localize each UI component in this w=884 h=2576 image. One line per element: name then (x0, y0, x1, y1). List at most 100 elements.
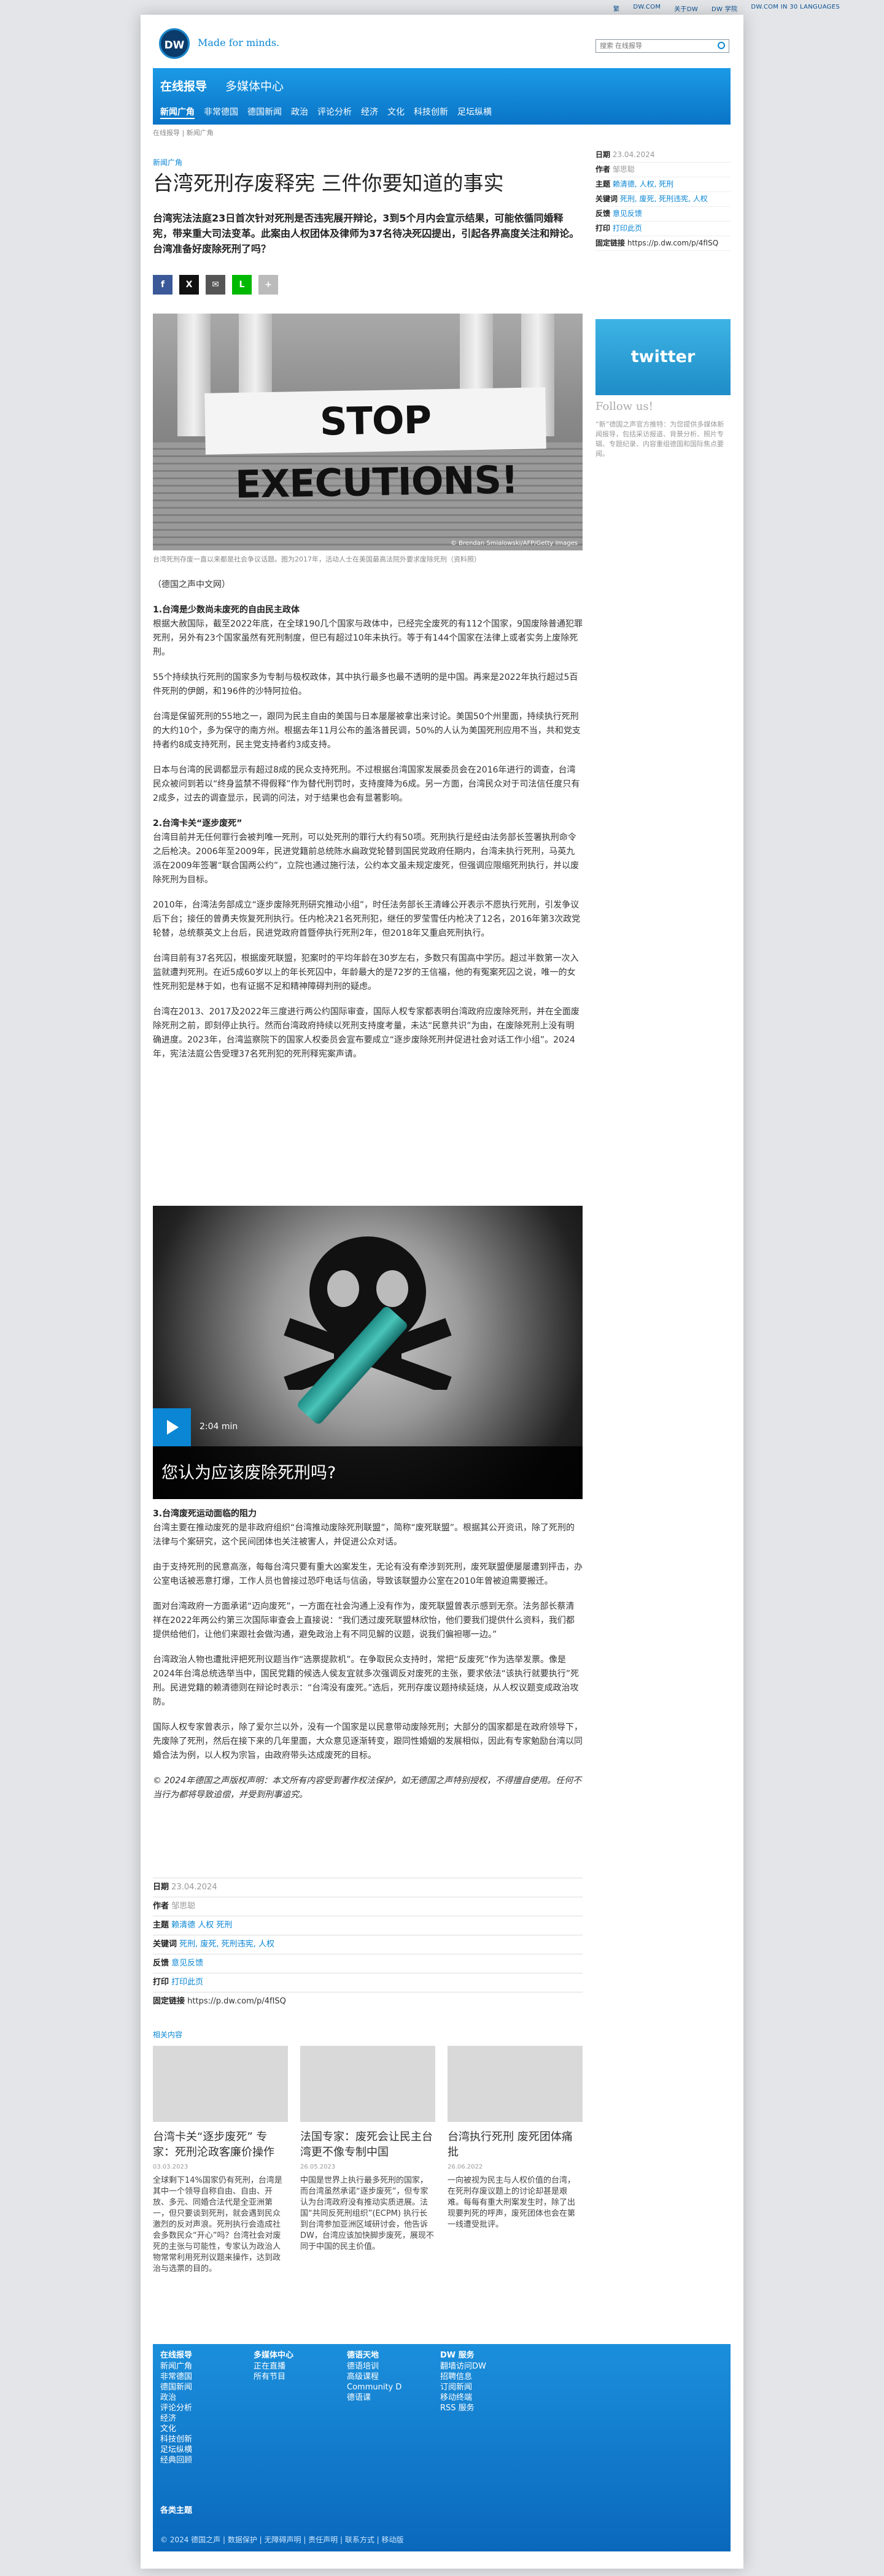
related-title[interactable]: 台湾卡关“逐步废死” 专家：死刑沦政客廉价操作 (153, 2129, 288, 2160)
meta-value[interactable]: 赖清德 人权 死刑 (171, 1921, 232, 1930)
paragraph: 根据大赦国际，截至2022年底，在全球190几个国家与政体中，已经完全废死的有1… (153, 619, 583, 657)
related-summary: 全球剩下14%国家仍有死刑，台湾是其中一个领导自称自由、自由、开放、多元、同婚合… (153, 2176, 282, 2273)
related-thumbnail[interactable] (300, 2046, 435, 2122)
footer-link[interactable]: 经济 (160, 2413, 192, 2424)
nav-item[interactable]: 评论分析 (317, 106, 352, 119)
footer-link[interactable]: 非常德国 (160, 2372, 192, 2382)
top-link[interactable]: 繁 (613, 4, 619, 13)
related-thumbnail[interactable] (448, 2046, 583, 2122)
footer-link[interactable]: 正在直播 (254, 2361, 293, 2372)
nav-media-center[interactable]: 多媒体中心 (225, 77, 284, 94)
nav-item[interactable]: 政治 (291, 106, 308, 119)
top-link[interactable]: 关于DW (674, 4, 698, 13)
footer-link[interactable]: 德国新闻 (160, 2382, 192, 2393)
related-title[interactable]: 台湾执行死刑 废死团体痛批 (448, 2129, 583, 2160)
meta-row: 作者 邹思聪 (595, 163, 731, 177)
video-title[interactable]: 您认为应该废除死刑吗? (161, 1459, 336, 1483)
nav-item[interactable]: 经济 (361, 106, 378, 119)
footer-column-heading[interactable]: 德语天地 (347, 2350, 401, 2361)
plus-icon[interactable]: + (258, 275, 278, 295)
nav-item[interactable]: 文化 (387, 106, 405, 119)
search-icon[interactable] (718, 42, 725, 49)
footer-link[interactable]: 经典回顾 (160, 2455, 192, 2466)
footer-link[interactable]: 招聘信息 (440, 2372, 486, 2382)
mail-icon[interactable]: ✉ (206, 275, 225, 295)
footer-link[interactable]: 文化 (160, 2424, 192, 2434)
paragraph: 台湾政治人物也遭批评把死刑议题当作“选票提款机”。在争取民众支持时，常把“反废死… (153, 1655, 580, 1707)
paragraph: 日本与台湾的民调都显示有超过8成的民众支持死刑。不过根据台湾国家发展委员会在20… (153, 765, 580, 803)
nav-item[interactable]: 科技创新 (414, 106, 448, 119)
footer-column-heading[interactable]: DW 服务 (440, 2350, 486, 2361)
sidebar-meta: 日期 23.04.2024 作者 邹思聪 主题 赖清德, 人权, 死刑 关键词 死刑,… (595, 148, 731, 251)
footer-topics[interactable]: 各类主题 (160, 2504, 192, 2515)
footer-link[interactable]: 足坛纵横 (160, 2445, 192, 2455)
meta-value[interactable]: 意见反馈 (613, 209, 642, 218)
meta-value[interactable]: 意见反馈 (171, 1959, 203, 1968)
footer-link[interactable]: 订阅新闻 (440, 2382, 486, 2393)
play-button[interactable] (153, 1408, 191, 1446)
paragraph: 55个持续执行死刑的国家多为专制与极权政体，其中执行最多也最不透明的是中国。再来… (153, 673, 578, 696)
meta-value: 23.04.2024 (171, 1883, 217, 1892)
meta-value[interactable]: https://p.dw.com/p/4fISQ (187, 1997, 286, 2006)
related-summary: 一向被视为民主与人权价值的台湾，在死刑存废议题上的讨论却甚是艰难。每每有重大刑案… (448, 2176, 576, 2229)
x-icon[interactable]: X (179, 275, 199, 295)
meta-value[interactable]: https://p.dw.com/p/4fISQ (627, 239, 718, 247)
paragraph: （德国之声中文网） (153, 580, 230, 590)
footer-link[interactable]: 所有节目 (254, 2372, 293, 2382)
footer-link[interactable]: 德语课 (347, 2393, 401, 2403)
search-input[interactable] (595, 39, 729, 53)
top-link[interactable]: DW 学院 (711, 4, 737, 13)
nav-item[interactable]: 德国新闻 (247, 106, 282, 119)
meta-value[interactable]: 打印此页 (613, 224, 642, 233)
footer-link[interactable]: RSS 服务 (440, 2403, 486, 2413)
footer-link[interactable]: 德语培训 (347, 2361, 401, 2372)
section-heading: 1.台湾是少数尚未废死的自由民主政体 (153, 605, 300, 615)
meta-value[interactable]: 打印此页 (171, 1978, 203, 1987)
footer-link[interactable]: Community D (347, 2382, 401, 2393)
section-heading: 2.台湾卡关“逐步废死” (153, 819, 242, 828)
footer-link[interactable]: 翻墙访问DW (440, 2361, 486, 2372)
share-buttons: f X ✉ L + (153, 275, 278, 295)
dw-logo[interactable]: DW (159, 28, 190, 59)
footer: 在线报导 新闻广角 非常德国 德国新闻 政治 评论分析 经济 文化 科技创新 足坛纵横 经典回顾 多媒… (153, 2344, 731, 2551)
top-links-bar: 繁 DW.COM 关于DW DW 学院 DW.COM IN 30 LANGUAGES (0, 0, 884, 15)
footer-column-heading[interactable]: 多媒体中心 (254, 2350, 293, 2361)
paragraph: 国际人权专家曾表示，除了爱尔兰以外，没有一个国家是以民意带动废除死刑；大部分的国… (153, 1722, 583, 1760)
article-kicker[interactable]: 新闻广角 (153, 157, 182, 168)
photo-credit: © Brendan Smialowski/AFP/Getty Images (451, 540, 578, 547)
nav-item[interactable]: 非常德国 (204, 106, 238, 119)
paragraph: 台湾目前有37名死囚，根据废死联盟，犯案时的平均年龄在30岁左右，多数只有国高中… (153, 954, 579, 992)
video-player[interactable]: 2:04 min 您认为应该废除死刑吗? (153, 1206, 583, 1499)
meta-label: 主题 (153, 1921, 169, 1930)
footer-link[interactable]: 移动终端 (440, 2393, 486, 2403)
twitter-banner[interactable]: twitter (595, 319, 731, 395)
top-link[interactable]: DW.COM IN 30 LANGUAGES (751, 4, 840, 13)
facebook-icon[interactable]: f (153, 275, 173, 295)
meta-label: 主题 (595, 180, 611, 188)
related-item[interactable]: 台湾执行死刑 废死团体痛批 26.06.2022 一向被视为民主与人权价值的台湾，在… (448, 2046, 583, 2231)
footer-link[interactable]: 高级课程 (347, 2372, 401, 2382)
paragraph: 2010年，台湾法务部成立“逐步废除死刑研究推动小组”，时任法务部长王清峰公开表… (153, 900, 581, 938)
related-item[interactable]: 台湾卡关“逐步废死” 专家：死刑沦政客廉价操作 03.03.2023 全球剩下14%… (153, 2046, 288, 2275)
top-link[interactable]: DW.COM (633, 4, 661, 13)
paragraph: 台湾在2013、2017及2022年三度进行两公约国际审查，国际人权专家都表明台… (153, 1007, 580, 1059)
footer-link[interactable]: 政治 (160, 2393, 192, 2403)
meta-value[interactable]: 死刑, 废死, 死刑违宪, 人权 (179, 1940, 274, 1949)
footer-link[interactable]: 评论分析 (160, 2403, 192, 2413)
related-date: 26.06.2022 (448, 2164, 483, 2170)
related-thumbnail[interactable] (153, 2046, 288, 2122)
footer-column: 多媒体中心 正在直播 所有节目 (254, 2350, 293, 2382)
breadcrumb[interactable]: 在线报导 | 新闻广角 (153, 128, 214, 137)
meta-row: 反馈 意见反馈 (153, 1954, 583, 1973)
nav-title[interactable]: 在线报导 (160, 77, 207, 94)
footer-link[interactable]: 科技创新 (160, 2434, 192, 2445)
related-item[interactable]: 法国专家：废死会让民主台湾更不像专制中国 26.05.2023 中国是世界上执行最多… (300, 2046, 435, 2253)
related-title[interactable]: 法国专家：废死会让民主台湾更不像专制中国 (300, 2129, 435, 2160)
footer-link[interactable]: 新闻广角 (160, 2361, 192, 2372)
footer-column-heading[interactable]: 在线报导 (160, 2350, 192, 2361)
nav-item[interactable]: 足坛纵横 (457, 106, 492, 119)
line-icon[interactable]: L (232, 275, 252, 295)
meta-value[interactable]: 赖清德, 人权, 死刑 (613, 180, 673, 188)
nav-item[interactable]: 新闻广角 (160, 106, 195, 119)
meta-value[interactable]: 死刑, 废死, 死刑违宪, 人权 (620, 195, 708, 203)
